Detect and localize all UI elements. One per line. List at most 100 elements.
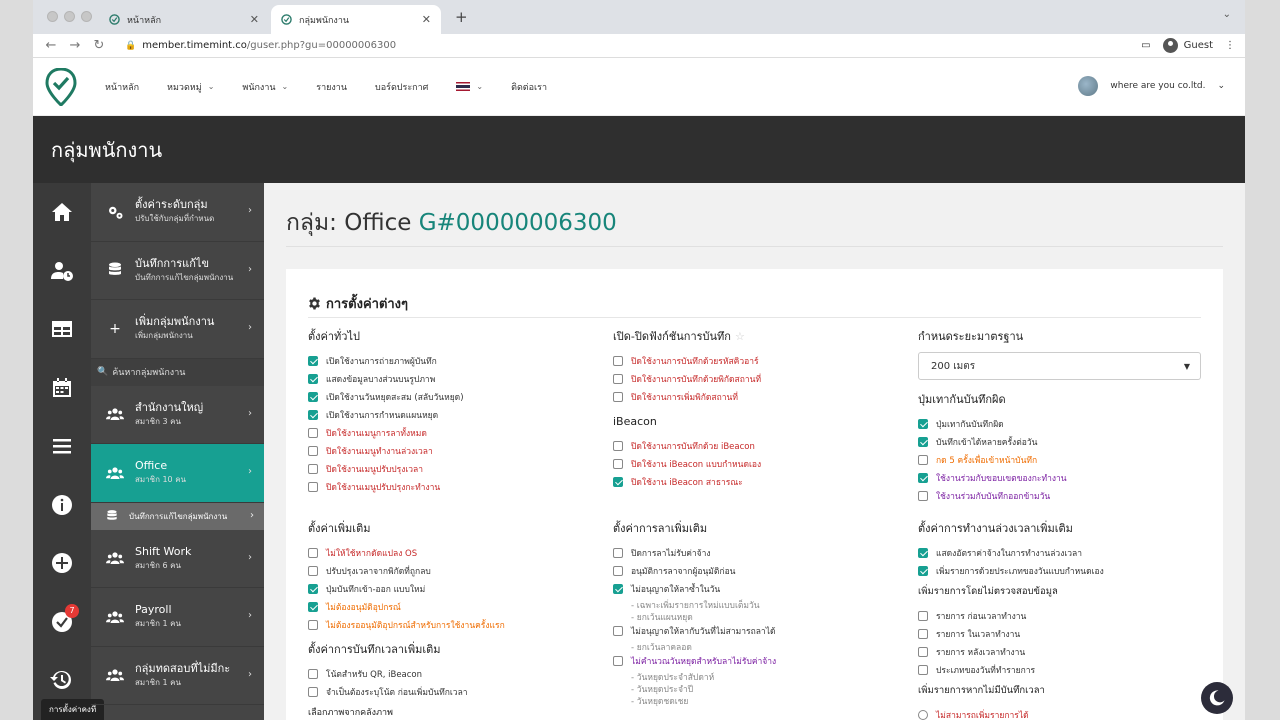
window-controls[interactable]	[47, 11, 92, 22]
sidebar-group-head-office[interactable]: สำนักงานใหญ่ สมาชิก 3 คน ›	[91, 386, 264, 444]
checkbox[interactable]	[308, 620, 318, 630]
checkbox[interactable]	[918, 647, 928, 657]
checkbox[interactable]	[308, 464, 318, 474]
profile-button[interactable]: Guest	[1162, 38, 1213, 53]
checkbox-option[interactable]: ไม่อนุญาตให้ลากับวันที่ไม่สามารถลาได้	[613, 622, 903, 640]
chevron-down-icon[interactable]: ⌄	[1223, 9, 1231, 20]
nav-announcements[interactable]: บอร์ดประกาศ	[375, 80, 428, 94]
checkbox[interactable]	[918, 566, 928, 576]
company-menu[interactable]: where are you co.ltd. ⌄	[1078, 76, 1225, 96]
reload-icon[interactable]: ↻	[87, 38, 111, 53]
checkbox-option[interactable]: ปุ่มเทากันบันทึกผิด	[918, 415, 1208, 433]
tab-home[interactable]: หน้าหลัก ✕	[99, 5, 269, 34]
checkbox[interactable]	[308, 446, 318, 456]
checkbox-option[interactable]: ใช้งานร่วมกับขอบเขตของกะทำงาน	[918, 469, 1208, 487]
checkbox[interactable]	[918, 611, 928, 621]
checkbox-option[interactable]: ปิดใช้งานเมนูทำงานล่วงเวลา	[308, 442, 598, 460]
sidepanel-icon[interactable]: ▭	[1141, 40, 1150, 51]
checkbox[interactable]	[308, 602, 318, 612]
nav-employees[interactable]: พนักงาน ⌄	[242, 80, 288, 94]
checkbox-option[interactable]: ปิดใช้งาน iBeacon สาธารณะ	[613, 473, 903, 491]
checkbox-option[interactable]: โน้ตสำหรับ QR, iBeacon	[308, 665, 598, 683]
checkbox-option[interactable]: ไม่ให้ใช้หากดัดแปลง OS	[308, 544, 598, 562]
checkbox[interactable]	[918, 437, 928, 447]
url-field[interactable]: 🔒 member.timemint.co/guser.php?gu=000000…	[125, 40, 396, 51]
rail-calendar[interactable]	[33, 359, 91, 418]
checkbox[interactable]	[308, 566, 318, 576]
checkbox[interactable]	[613, 548, 623, 558]
checkbox[interactable]	[613, 441, 623, 451]
checkbox-option[interactable]: ปิดใช้งานการเพิ่มพิกัดสถานที่	[613, 388, 903, 406]
checkbox-option[interactable]: แสดงข้อมูลบางส่วนบนรูปภาพ	[308, 370, 598, 388]
checkbox-option[interactable]: ไม่ต้องรออนุมัติอุปกรณ์สำหรับการใช้งานคร…	[308, 616, 598, 634]
checkbox[interactable]	[308, 548, 318, 558]
nav-reports[interactable]: รายงาน	[316, 80, 347, 94]
checkbox-option[interactable]: ปิดใช้งานเมนูปรับปรุงกะทำงาน	[308, 478, 598, 496]
checkbox[interactable]	[308, 356, 318, 366]
checkbox[interactable]	[918, 491, 928, 501]
checkbox-option[interactable]: ปุ่มบันทึกเข้า-ออก แบบใหม่	[308, 580, 598, 598]
checkbox-option[interactable]: ใช้งานร่วมกับบันทึกออกข้ามวัน	[918, 487, 1208, 505]
checkbox-option[interactable]: ไม่คำนวณวันหยุดสำหรับลาไม่รับค่าจ้าง	[613, 652, 903, 670]
checkbox-option[interactable]: ปิดใช้งานเมนูการลาทั้งหมด	[308, 424, 598, 442]
checkbox-option[interactable]: ปรับปรุงเวลาจากพิกัดที่ถูกลบ	[308, 562, 598, 580]
checkbox[interactable]	[613, 626, 623, 636]
nav-categories[interactable]: หมวดหมู่ ⌄	[167, 80, 214, 94]
forward-icon[interactable]: →	[63, 38, 87, 53]
checkbox-option[interactable]: รายการ ในเวลาทำงาน	[918, 625, 1208, 643]
checkbox[interactable]	[308, 374, 318, 384]
checkbox[interactable]	[613, 584, 623, 594]
checkbox-option[interactable]: ไม่ต้องอนุมัติอุปกรณ์	[308, 598, 598, 616]
checkbox[interactable]	[918, 473, 928, 483]
rail-user-clock[interactable]	[33, 242, 91, 301]
back-icon[interactable]: ←	[39, 38, 63, 53]
checkbox-option[interactable]: ปิดการลาไม่รับค่าจ้าง	[613, 544, 903, 562]
sidebar-group-payroll[interactable]: Payroll สมาชิก 1 คน ›	[91, 588, 264, 647]
dark-mode-toggle[interactable]	[1201, 682, 1233, 714]
checkbox[interactable]	[308, 410, 318, 420]
more-icon[interactable]: ⋮	[1225, 40, 1235, 51]
timemint-logo-icon[interactable]	[45, 67, 77, 106]
checkbox[interactable]	[308, 687, 318, 697]
rail-table[interactable]	[33, 300, 91, 359]
sidebar-item-add-group[interactable]: + เพิ่มกลุ่มพนักงาน เพิ่มกลุ่มพนักงาน ›	[91, 300, 264, 359]
checkbox[interactable]	[918, 548, 928, 558]
rail-add[interactable]	[33, 534, 91, 593]
checkbox-option[interactable]: ไม่อนุญาตให้ลาซ้ำในวัน	[613, 580, 903, 598]
checkbox[interactable]	[613, 656, 623, 666]
sidebar-item-group-settings[interactable]: ตั้งค่าระดับกลุ่ม ปรับใช้กับกลุ่มที่กำหนด…	[91, 183, 264, 242]
checkbox-option[interactable]: ปิดใช้งานการบันทึกด้วย iBeacon	[613, 437, 903, 455]
checkbox[interactable]	[308, 669, 318, 679]
checkbox-option[interactable]: อนุมัติการลาจากผู้อนุมัติก่อน	[613, 562, 903, 580]
checkbox[interactable]	[613, 356, 623, 366]
checkbox-option[interactable]: ปิดใช้งานเมนูปรับปรุงเวลา	[308, 460, 598, 478]
distance-select[interactable]: 200 เมตร ▼	[918, 352, 1201, 380]
checkbox-option[interactable]: ปิดใช้งานการบันทึกด้วยรหัสคิวอาร์	[613, 352, 903, 370]
sidebar-group-test-noshift[interactable]: กลุ่มทดสอบที่ไม่มีกะ สมาชิก 1 คน ›	[91, 647, 264, 705]
checkbox-option[interactable]: กด 5 ครั้งเพื่อเข้าหน้าบันทึก	[918, 451, 1208, 469]
checkbox-option[interactable]: ปิดใช้งานการบันทึกด้วยพิกัดสถานที่	[613, 370, 903, 388]
radio-button[interactable]	[918, 710, 928, 720]
checkbox-option[interactable]: จำเป็นต้องระบุโน้ต ก่อนเพิ่มบันทึกเวลา	[308, 683, 598, 701]
rail-approvals[interactable]: 7	[33, 593, 91, 652]
checkbox[interactable]	[308, 392, 318, 402]
star-icon[interactable]: ☆	[735, 330, 745, 343]
checkbox-option[interactable]: เพิ่มรายการด้วยประเภทของวันแบบกำหนดเอง	[918, 562, 1208, 580]
checkbox[interactable]	[613, 392, 623, 402]
tab-employee-group[interactable]: กลุ่มพนักงาน ✕	[271, 5, 441, 34]
checkbox-option[interactable]: บันทึกเข้าได้หลายครั้งต่อวัน	[918, 433, 1208, 451]
sidebar-sub-edit-log[interactable]: บันทึกการแก้ไขกลุ่มพนักงาน ›	[91, 502, 264, 530]
checkbox[interactable]	[613, 459, 623, 469]
checkbox[interactable]	[918, 455, 928, 465]
rail-list[interactable]	[33, 417, 91, 476]
checkbox[interactable]	[308, 584, 318, 594]
nav-contact[interactable]: ติดต่อเรา	[511, 80, 547, 94]
checkbox[interactable]	[613, 374, 623, 384]
checkbox-option[interactable]: รายการ หลังเวลาทำงาน	[918, 643, 1208, 661]
checkbox-option[interactable]: แสดงอัตราค่าจ้างในการทำงานล่วงเวลา	[918, 544, 1208, 562]
checkbox[interactable]	[918, 419, 928, 429]
checkbox-option[interactable]: ปิดใช้งาน iBeacon แบบกำหนดเอง	[613, 455, 903, 473]
checkbox[interactable]	[918, 665, 928, 675]
checkbox-option[interactable]: ประเภทของวันที่ทำรายการ	[918, 661, 1208, 679]
radio-option[interactable]: ไม่สามารถเพิ่มรายการได้	[918, 706, 1208, 720]
